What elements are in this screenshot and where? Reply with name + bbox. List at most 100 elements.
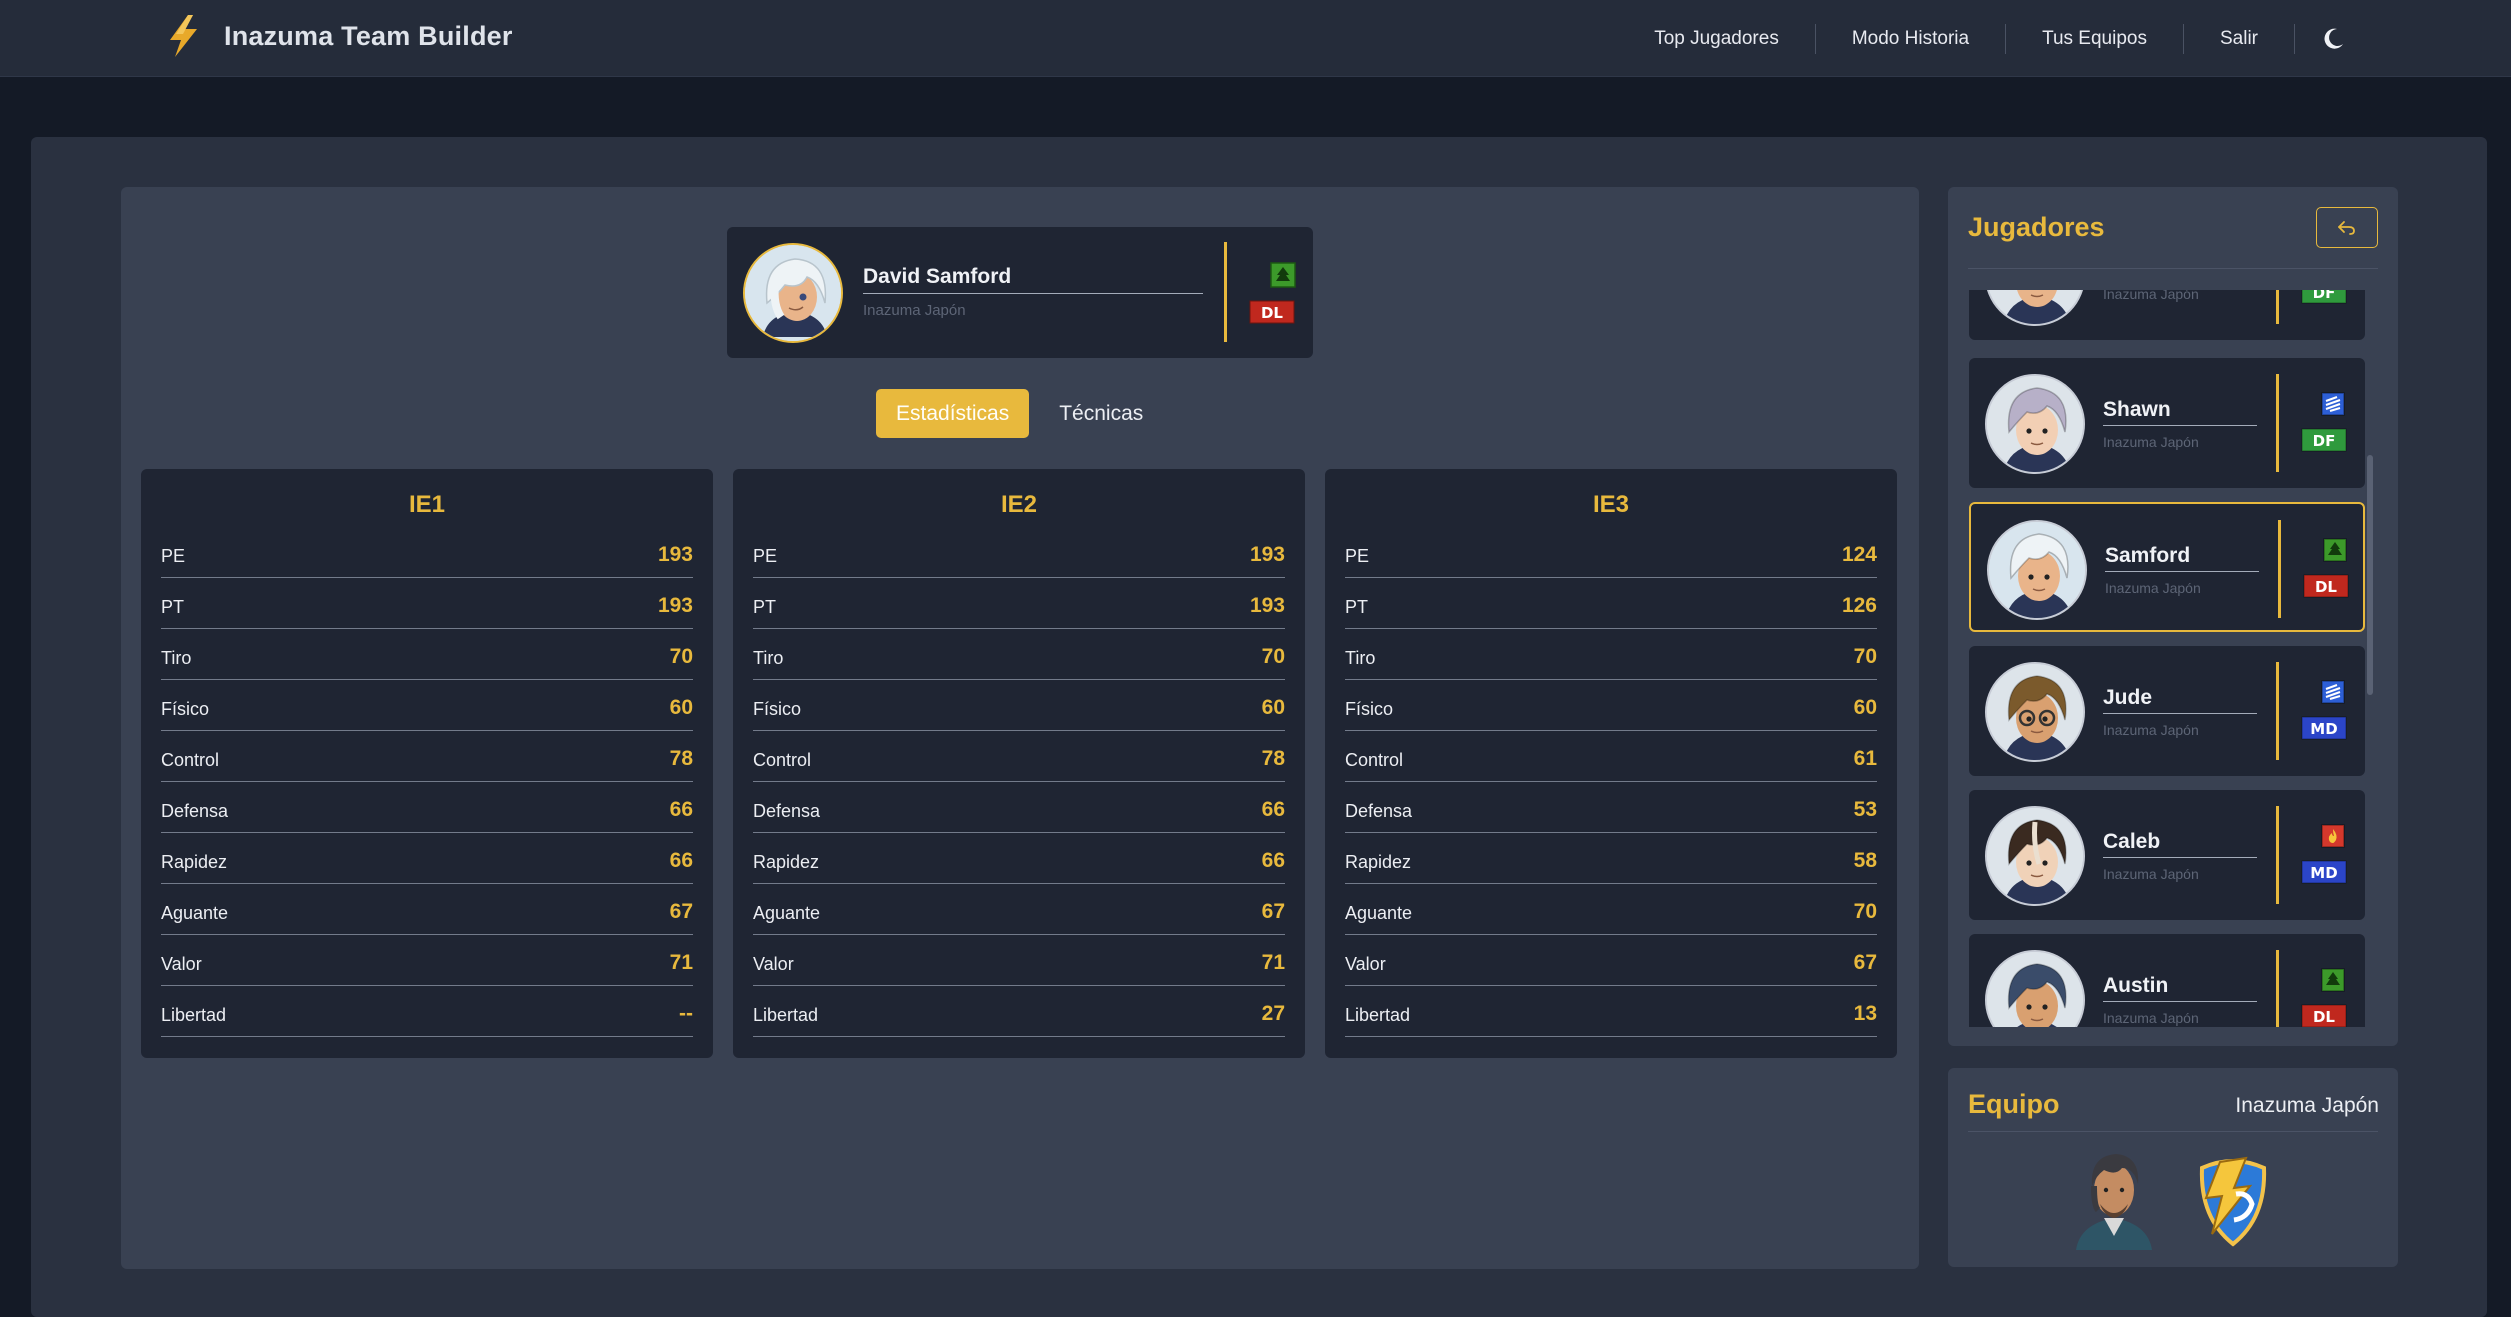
wind-element-icon: [2321, 680, 2345, 704]
wood-element-icon: [2321, 968, 2345, 992]
tab-tecnicas[interactable]: Técnicas: [1039, 389, 1163, 438]
stat-value: 67: [669, 900, 693, 923]
player-list-team: Inazuma Japón: [2103, 866, 2199, 882]
wind-element-icon: [2321, 392, 2345, 416]
stat-row: Defensa 53: [1345, 782, 1877, 833]
player-list-name: Shawn: [2103, 398, 2257, 426]
stat-label: Valor: [161, 954, 202, 974]
stat-value: 60: [1853, 696, 1877, 719]
stat-label: Tiro: [753, 648, 784, 668]
nav-tus-equipos[interactable]: Tus Equipos: [2006, 23, 2184, 54]
stat-value: 193: [1249, 543, 1285, 566]
tab-estadisticas[interactable]: Estadísticas: [876, 389, 1030, 438]
stat-value: 60: [1261, 696, 1285, 719]
stats-game-title: IE1: [408, 491, 446, 518]
detail-tabs: Estadísticas Técnicas: [876, 389, 1163, 438]
svg-text:MD: MD: [2310, 864, 2337, 882]
position-badge-df: DF: [2301, 428, 2347, 452]
stat-value: 71: [1261, 951, 1285, 974]
stat-label: PE: [1345, 546, 1370, 566]
stat-row: Defensa 66: [161, 782, 693, 833]
stat-label: Físico: [1345, 699, 1394, 719]
moon-icon[interactable]: [2313, 19, 2353, 59]
stat-label: Defensa: [1345, 801, 1413, 821]
player-list-item[interactable]: Samford Inazuma Japón DL: [1969, 502, 2365, 632]
app-title: Inazuma Team Builder: [224, 20, 513, 51]
wood-element-icon: [1270, 262, 1296, 288]
back-button[interactable]: [2316, 207, 2378, 248]
player-list-item[interactable]: Jude Inazuma Japón MD: [1969, 646, 2365, 776]
stat-row: Libertad --: [161, 986, 693, 1037]
stat-value: 193: [657, 543, 693, 566]
player-avatar: [1985, 950, 2085, 1027]
stat-label: Aguante: [1345, 903, 1413, 923]
player-list-scrollbar[interactable]: [2367, 455, 2373, 695]
team-name: Inazuma Japón: [2235, 1094, 2379, 1117]
stat-row: Rapidez 66: [161, 833, 693, 884]
player-list-divider: [2276, 374, 2279, 472]
stat-value: 70: [669, 645, 693, 668]
player-list-divider: [2276, 806, 2279, 904]
player-list[interactable]: Inazuma Japón DF Shawn Inazuma Japón DF Samfo…: [1969, 290, 2377, 1027]
stat-label: PT: [161, 597, 185, 617]
stat-value: 124: [1841, 543, 1877, 566]
player-list-team: Inazuma Japón: [2103, 290, 2199, 302]
stat-value: 67: [1261, 900, 1285, 923]
stat-value: 66: [669, 798, 693, 821]
player-avatar: [1985, 806, 2085, 906]
stats-game-title: IE3: [1592, 491, 1630, 518]
stat-label: Defensa: [161, 801, 229, 821]
stat-value: 27: [1261, 1002, 1285, 1025]
stat-label: Rapidez: [161, 852, 228, 872]
nav-top-jugadores[interactable]: Top Jugadores: [1618, 23, 1816, 54]
nav-modo-historia[interactable]: Modo Historia: [1816, 23, 2007, 54]
position-badge-dl: DL: [1249, 300, 1295, 324]
stats-card-ie3: IE3 PE 124 PT 126 Tiro 70 Físico 60 Control 61 Defe…: [1325, 469, 1897, 1058]
stat-row: Aguante 67: [161, 884, 693, 935]
player-list-item[interactable]: Inazuma Japón DF: [1969, 290, 2365, 340]
player-list-item[interactable]: Austin Inazuma Japón DL: [1969, 934, 2365, 1027]
stat-value: 193: [657, 594, 693, 617]
stat-row: PT 193: [161, 578, 693, 629]
team-title: Equipo: [1968, 1089, 2060, 1119]
player-list-divider: [2276, 290, 2279, 324]
player-name: David Samford: [863, 265, 1203, 294]
brand[interactable]: Inazuma Team Builder: [164, 14, 513, 58]
player-list-team: Inazuma Japón: [2103, 1010, 2199, 1026]
stat-row: PE 193: [161, 527, 693, 578]
stat-value: 13: [1853, 1002, 1877, 1025]
stat-label: PE: [753, 546, 778, 566]
nav-salir[interactable]: Salir: [2184, 23, 2295, 54]
stat-label: Libertad: [1345, 1005, 1411, 1025]
stat-label: Valor: [753, 954, 794, 974]
stat-value: 58: [1853, 849, 1877, 872]
player-list-item[interactable]: Caleb Inazuma Japón MD: [1969, 790, 2365, 920]
stat-value: 60: [669, 696, 693, 719]
fire-element-icon: [2321, 824, 2345, 848]
position-badge-df: DF: [2301, 290, 2347, 304]
stat-row: Tiro 70: [753, 629, 1285, 680]
stat-row: Físico 60: [753, 680, 1285, 731]
stat-row: Valor 71: [753, 935, 1285, 986]
position-badge-dl: DL: [2301, 1004, 2347, 1027]
svg-text:DL: DL: [2315, 578, 2337, 596]
stat-label: Control: [1345, 750, 1404, 770]
stat-value: 78: [669, 747, 693, 770]
stat-row: PE 124: [1345, 527, 1877, 578]
svg-text:DF: DF: [2313, 290, 2336, 302]
svg-text:DL: DL: [2313, 1008, 2335, 1026]
stats-card-ie1: IE1 PE 193 PT 193 Tiro 70 Físico 60 Control 78 Defe…: [141, 469, 713, 1058]
stat-row: PE 193: [753, 527, 1285, 578]
position-badge-md: MD: [2301, 860, 2347, 884]
wood-element-icon: [2323, 538, 2347, 562]
coach-portrait-icon[interactable]: [2064, 1146, 2164, 1250]
stat-row: Físico 60: [161, 680, 693, 731]
player-team: Inazuma Japón: [863, 302, 966, 319]
team-emblem-icon[interactable]: [2190, 1148, 2276, 1248]
stat-row: Valor 67: [1345, 935, 1877, 986]
stat-label: Rapidez: [1345, 852, 1412, 872]
player-list-team: Inazuma Japón: [2103, 434, 2199, 450]
stat-label: Defensa: [753, 801, 821, 821]
stat-row: Valor 71: [161, 935, 693, 986]
player-list-item[interactable]: Shawn Inazuma Japón DF: [1969, 358, 2365, 488]
